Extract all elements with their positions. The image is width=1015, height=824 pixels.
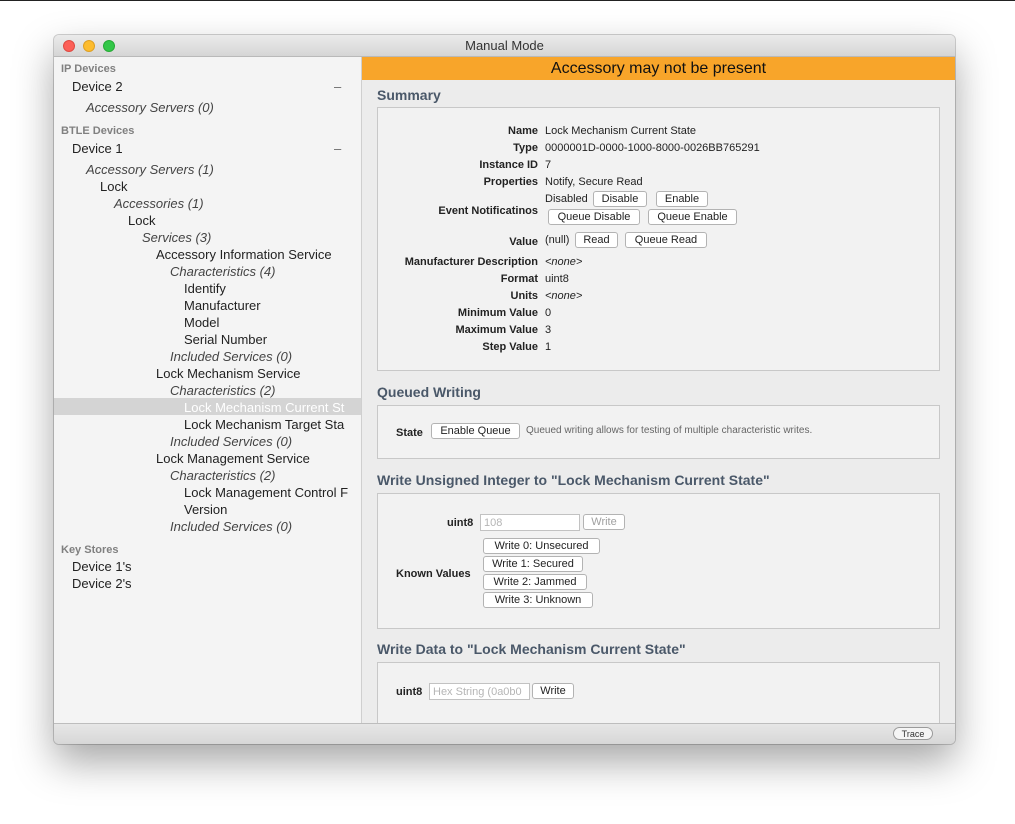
sidebar-item-accessory-servers[interactable]: Accessory Servers (0) [86,100,214,115]
write-3-unknown-button[interactable]: Write 3: Unknown [483,592,593,608]
uint8-input[interactable] [480,514,580,531]
known-values-label: Known Values [396,568,471,580]
maximum-value-value: 3 [545,324,552,336]
minimum-value-label: Minimum Value [457,307,538,319]
sidebar-item-model[interactable]: Model [184,315,219,330]
sidebar-item-lock-mechanism-target-state[interactable]: Lock Mechanism Target Sta [184,417,344,432]
name-label: Name [508,125,538,137]
device-sidebar[interactable]: IP Devices Device 2 – Accessory Servers … [54,57,362,723]
properties-label: Properties [483,176,538,188]
sidebar-item-lock-management-control-point[interactable]: Lock Management Control F [184,485,348,500]
collapse-device-2-icon[interactable]: – [334,79,341,94]
sidebar-item-device-1-keystore[interactable]: Device 1's [72,559,132,574]
queued-writing-note: Queued writing allows for testing of mul… [526,425,813,436]
write-data-panel: uint8 Write [377,662,940,723]
queued-writing-panel: State Enable Queue Queued writing allows… [377,405,940,459]
window-footer: Trace [54,723,955,744]
value-label: Value [509,236,538,248]
sidebar-item-manufacturer[interactable]: Manufacturer [184,298,261,313]
sidebar-item-characteristics[interactable]: Characteristics (2) [170,383,275,398]
sidebar-item-lock-mechanism-service[interactable]: Lock Mechanism Service [156,366,301,381]
units-value: <none> [545,290,583,302]
type-value: 0000001D-0000-1000-8000-0026BB765291 [545,142,760,154]
sidebar-item-identify[interactable]: Identify [184,281,226,296]
uint8-label: uint8 [447,517,474,529]
sidebar-item-included-services[interactable]: Included Services (0) [170,349,292,364]
queued-writing-title: Queued Writing [377,384,481,400]
enable-button[interactable]: Enable [656,191,708,207]
step-value-value: 1 [545,341,552,353]
sidebar-item-lock-mechanism-current-state[interactable]: Lock Mechanism Current St [184,400,344,415]
sidebar-section-ip-devices: IP Devices [61,63,116,75]
write-data-button[interactable]: Write [532,683,574,699]
collapse-device-1-icon[interactable]: – [334,141,341,156]
format-value: uint8 [545,273,569,285]
characteristic-detail-pane: Accessory may not be present Summary Nam… [362,57,955,723]
disable-button[interactable]: Disable [593,191,647,207]
manufacturer-description-label: Manufacturer Description [404,256,538,268]
enable-queue-button[interactable]: Enable Queue [431,423,520,439]
event-notifications-status: Disabled [545,193,588,205]
hex-string-input[interactable] [429,683,530,700]
manual-mode-window: Manual Mode IP Devices Device 2 – Access… [54,35,955,744]
queue-read-button[interactable]: Queue Read [625,232,707,248]
sidebar-item-accessories[interactable]: Accessories (1) [114,196,204,211]
write-2-jammed-button[interactable]: Write 2: Jammed [483,574,587,590]
queue-enable-button[interactable]: Queue Enable [648,209,737,225]
write-data-title: Write Data to "Lock Mechanism Current St… [377,641,686,657]
units-label: Units [510,290,539,302]
read-button[interactable]: Read [575,232,618,248]
properties-value: Notify, Secure Read [545,176,643,188]
title-bar[interactable]: Manual Mode [54,35,955,57]
sidebar-item-characteristics[interactable]: Characteristics (2) [170,468,275,483]
sidebar-item-lock-accessory[interactable]: Lock [128,213,155,228]
write-uint-title: Write Unsigned Integer to "Lock Mechanis… [377,472,770,488]
warning-banner: Accessory may not be present [362,57,955,80]
sidebar-item-device-1[interactable]: Device 1 [72,141,123,156]
summary-title: Summary [377,87,441,103]
sidebar-item-lock-server[interactable]: Lock [100,179,127,194]
step-value-label: Step Value [482,341,538,353]
sidebar-item-serial-number[interactable]: Serial Number [184,332,267,347]
queue-disable-button[interactable]: Queue Disable [548,209,640,225]
instance-id-label: Instance ID [479,159,538,171]
format-label: Format [500,273,538,285]
write-0-unsecured-button[interactable]: Write 0: Unsecured [483,538,600,554]
screen-top-edge [0,0,1015,1]
sidebar-section-btle-devices: BTLE Devices [61,125,135,137]
uint8-data-label: uint8 [396,686,423,698]
sidebar-item-device-2-keystore[interactable]: Device 2's [72,576,132,591]
sidebar-item-lock-management-service[interactable]: Lock Management Service [156,451,310,466]
type-label: Type [513,142,538,154]
sidebar-item-accessory-information-service[interactable]: Accessory Information Service [156,247,332,262]
sidebar-item-services[interactable]: Services (3) [142,230,211,245]
write-uint-button[interactable]: Write [583,514,625,530]
manufacturer-description-value: <none> [545,256,583,268]
summary-panel: Name Lock Mechanism Current State Type 0… [377,107,940,371]
maximum-value-label: Maximum Value [455,324,538,336]
sidebar-section-key-stores: Key Stores [61,544,119,556]
event-notifications-label: Event Notificatinos [438,205,538,217]
window-title: Manual Mode [465,38,544,53]
write-1-secured-button[interactable]: Write 1: Secured [483,556,583,572]
sidebar-item-version[interactable]: Version [184,502,227,517]
state-label: State [396,427,423,439]
sidebar-item-included-services[interactable]: Included Services (0) [170,434,292,449]
instance-id-value: 7 [545,159,552,171]
sidebar-item-accessory-servers[interactable]: Accessory Servers (1) [86,162,214,177]
minimum-value-value: 0 [545,307,552,319]
sidebar-item-included-services[interactable]: Included Services (0) [170,519,292,534]
sidebar-item-characteristics[interactable]: Characteristics (4) [170,264,275,279]
trace-button[interactable]: Trace [893,727,933,740]
name-value: Lock Mechanism Current State [545,125,697,137]
sidebar-item-device-2[interactable]: Device 2 [72,79,123,94]
value-value: (null) [545,234,570,246]
write-uint-panel: uint8 Write Known Values Write 0: Unsecu… [377,493,940,629]
